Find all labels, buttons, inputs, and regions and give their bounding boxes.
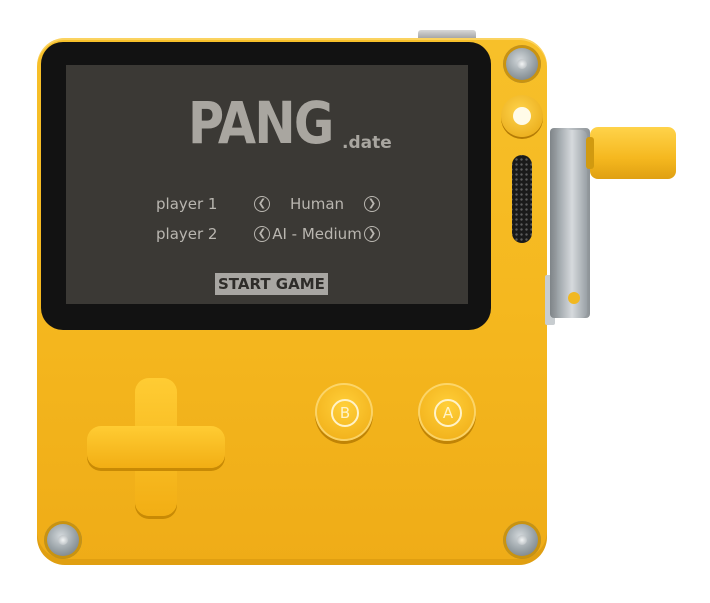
- start-game-button[interactable]: START GAME: [215, 273, 328, 295]
- crank-arm[interactable]: [557, 130, 587, 318]
- player-2-prev-icon[interactable]: ❮: [254, 226, 270, 242]
- player-2-value: AI - Medium: [272, 225, 362, 243]
- screw-bottom-right-icon: [503, 521, 541, 559]
- crank-handle[interactable]: [586, 127, 676, 179]
- menu-button[interactable]: [501, 95, 543, 137]
- screw-bottom-left-icon: [44, 521, 82, 559]
- b-button[interactable]: B: [315, 383, 373, 441]
- d-pad[interactable]: [87, 378, 225, 516]
- speaker-grille: [512, 155, 532, 243]
- game-screen: PANG .date player 1 ❮ Human ❯ player 2 ❮…: [66, 65, 468, 304]
- screw-top-right-icon: [503, 45, 541, 83]
- player-2-next-icon[interactable]: ❯: [364, 226, 380, 242]
- a-button[interactable]: A: [418, 383, 476, 441]
- player-1-prev-icon[interactable]: ❮: [254, 196, 270, 212]
- crank-pin: [568, 292, 580, 304]
- b-button-label: B: [331, 399, 359, 427]
- a-button-label: A: [434, 399, 462, 427]
- player-1-row: player 1 ❮ Human ❯: [66, 193, 468, 215]
- player-2-row: player 2 ❮ AI - Medium ❯: [66, 223, 468, 245]
- player-1-label: player 1: [156, 195, 218, 213]
- player-1-next-icon[interactable]: ❯: [364, 196, 380, 212]
- player-1-value: Human: [289, 195, 345, 213]
- game-logo: PANG: [188, 89, 334, 157]
- player-2-label: player 2: [156, 225, 218, 243]
- game-logo-suffix: .date: [342, 133, 392, 153]
- d-pad-horizontal[interactable]: [87, 426, 225, 468]
